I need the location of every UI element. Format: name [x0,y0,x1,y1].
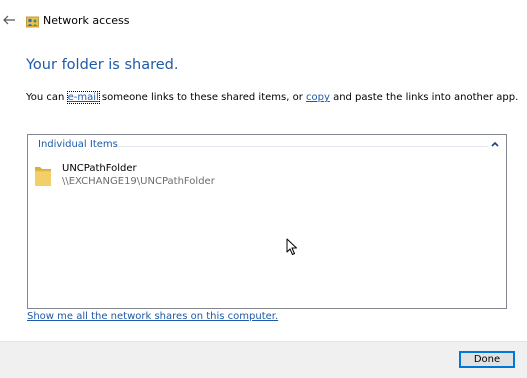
back-arrow-icon[interactable] [2,13,16,27]
copy-link[interactable]: copy [306,92,330,103]
network-sharing-icon [26,16,39,28]
email-link[interactable]: e-mail [66,91,100,104]
done-button[interactable]: Done [459,351,515,368]
group-divider [118,146,488,147]
network-access-dialog: Network access Your folder is shared. Yo… [0,0,527,378]
folder-icon [35,167,51,186]
mouse-pointer-icon [286,238,297,255]
description-suffix: and paste the links into another app. [329,92,519,103]
group-header-individual-items[interactable]: Individual Items [38,139,118,150]
show-network-shares-link[interactable]: Show me all the network shares on this c… [27,311,278,322]
dialog-footer: Done [0,341,527,378]
description-prefix: You can [26,92,68,103]
page-heading: Your folder is shared. [26,57,179,73]
share-description: You can e-mail someone links to these sh… [26,91,519,104]
list-item[interactable]: UNCPathFolder \\EXCHANGE19\UNCPathFolder [34,163,294,191]
item-name: UNCPathFolder [62,163,137,174]
shared-items-list[interactable]: Individual Items UNCPathFolder \\EXCHANG… [27,134,507,309]
item-path: \\EXCHANGE19\UNCPathFolder [62,176,215,187]
window-title: Network access [43,14,130,27]
description-middle: someone links to these shared items, or [98,92,306,103]
chevron-up-icon[interactable] [490,140,500,148]
